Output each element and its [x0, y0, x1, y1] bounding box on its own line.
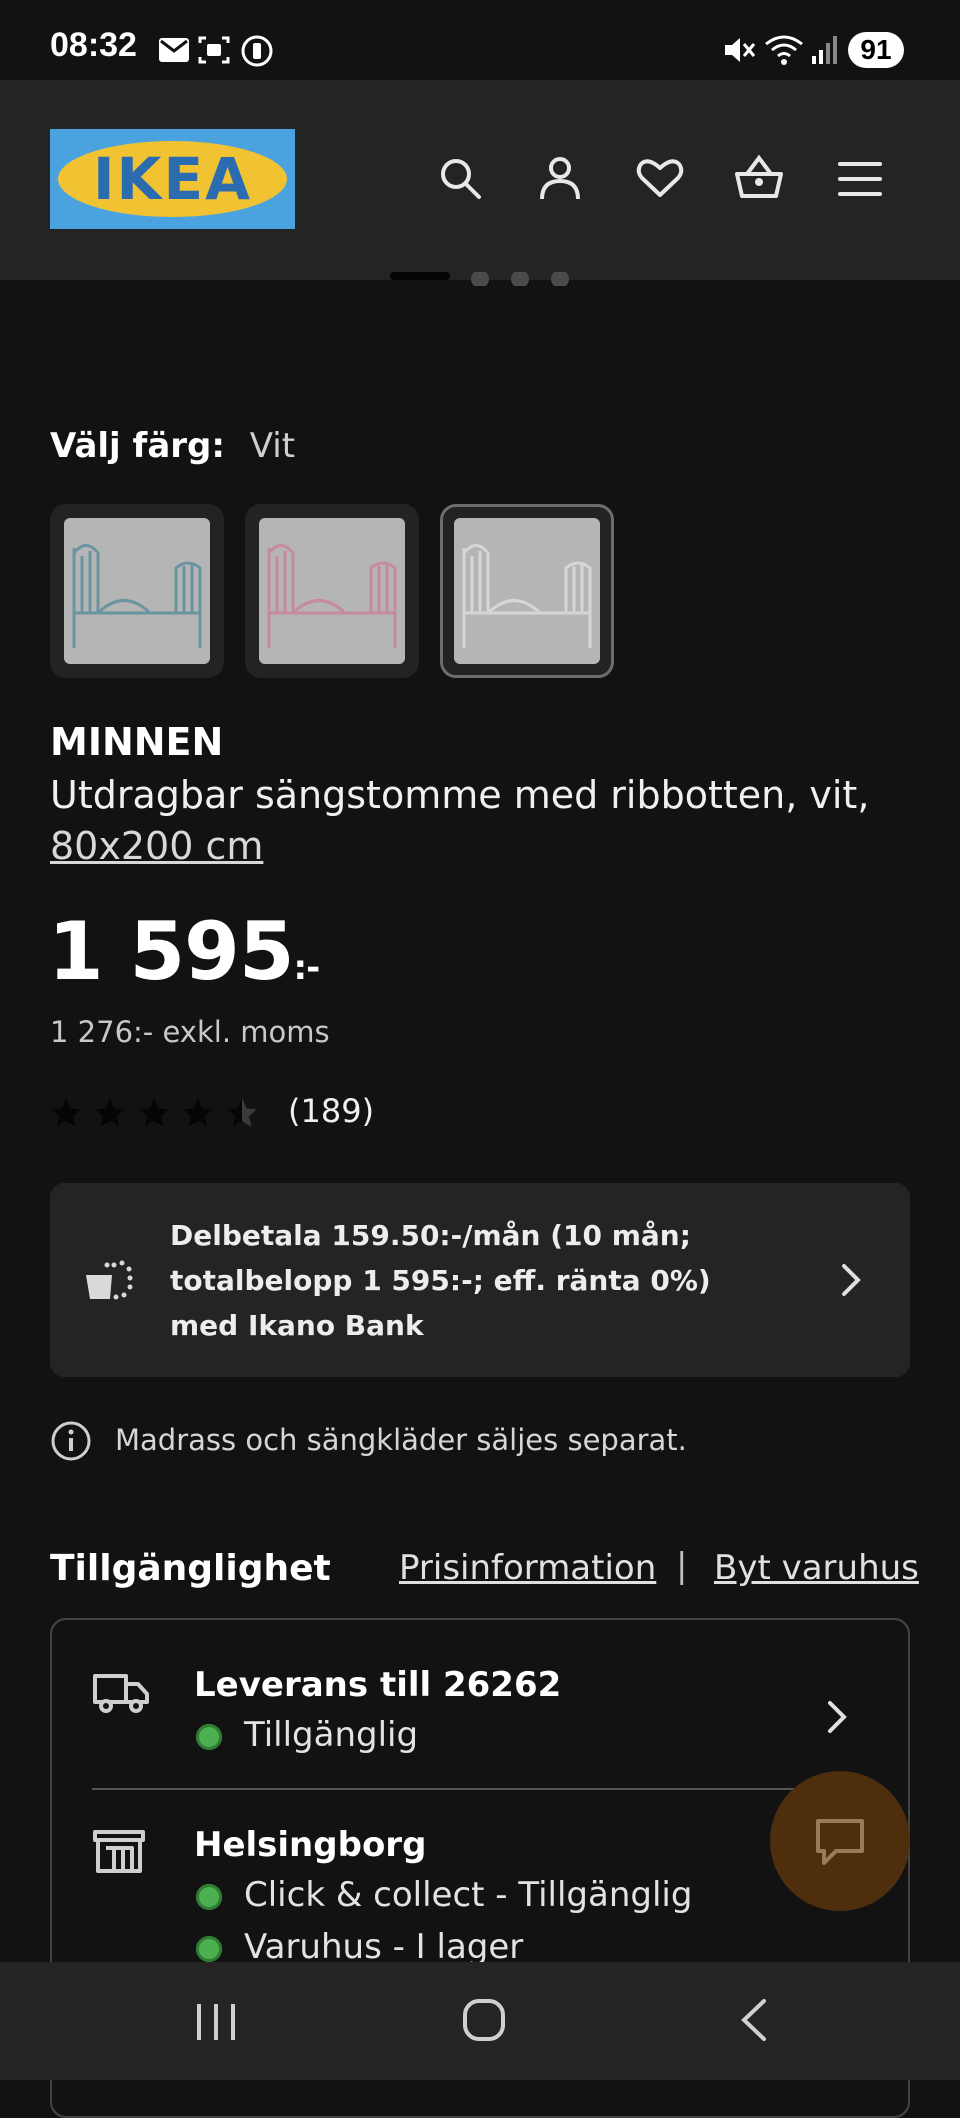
installment-icon	[84, 1259, 134, 1301]
installment-banner[interactable]: Delbetala 159.50:-/mån (10 mån; totalbel…	[50, 1183, 910, 1377]
store-stock-status: Varuhus - I lager	[244, 1927, 524, 1967]
available-status-dot	[196, 1724, 222, 1750]
bed-thumbnail	[259, 518, 405, 664]
mute-icon	[722, 34, 756, 66]
rating-stars[interactable]	[50, 1095, 265, 1131]
back-icon[interactable]	[738, 1998, 768, 2042]
availability-title: Tillgänglighet	[50, 1548, 331, 1589]
image-carousel-indicator[interactable]	[390, 272, 570, 286]
color-swatch-white[interactable]	[440, 504, 614, 678]
battery-indicator: 91	[848, 32, 904, 68]
available-status-dot	[196, 1936, 222, 1962]
wifi-icon	[764, 32, 804, 66]
hamburger-menu-icon[interactable]	[838, 160, 882, 198]
recent-apps-icon[interactable]	[195, 2002, 237, 2042]
delivery-truck-icon	[92, 1670, 150, 1714]
star-icon	[183, 1098, 213, 1127]
color-label: Välj färg:	[50, 426, 225, 466]
selected-color: Vit	[249, 426, 296, 466]
product-description-text: Utdragbar sängstomme med ribbotten, vit,	[50, 773, 870, 817]
price-excl-vat: 1 276:- exkl. moms	[50, 1015, 330, 1049]
store-click-collect-status: Click & collect - Tillgänglig	[244, 1875, 693, 1915]
signal-icon	[810, 34, 840, 66]
store-title[interactable]: Helsingborg	[194, 1825, 426, 1865]
row-divider	[92, 1788, 872, 1790]
chat-bubble-icon	[814, 1817, 866, 1867]
price-info-link[interactable]: Prisinformation	[399, 1548, 656, 1588]
chevron-right-icon[interactable]	[826, 1700, 848, 1734]
price-value: 1 595	[48, 905, 295, 998]
available-status-dot	[196, 1884, 222, 1910]
star-icon	[139, 1098, 169, 1127]
star-icon	[95, 1098, 125, 1127]
search-icon[interactable]	[438, 156, 482, 200]
sync-icon	[240, 34, 274, 68]
logo-text: IKEA	[92, 145, 253, 213]
info-text: Madrass och sängkläder säljes separat.	[115, 1423, 687, 1457]
store-icon	[92, 1828, 146, 1874]
link-separator: |	[676, 1546, 688, 1586]
mail-icon	[158, 37, 190, 63]
account-icon[interactable]	[537, 155, 583, 201]
info-icon	[50, 1420, 92, 1462]
product-size-link[interactable]: 80x200 cm	[50, 824, 263, 868]
shopping-basket-icon[interactable]	[733, 152, 785, 200]
bed-thumbnail	[454, 518, 600, 664]
price-suffix: :-	[293, 948, 321, 988]
screenshot-icon	[198, 35, 230, 65]
favorites-heart-icon[interactable]	[636, 157, 684, 199]
ikea-logo[interactable]: IKEA	[50, 129, 295, 229]
delivery-title[interactable]: Leverans till 26262	[194, 1665, 561, 1705]
change-store-link[interactable]: Byt varuhus	[714, 1548, 919, 1588]
color-swatch-blue[interactable]	[50, 504, 224, 678]
chevron-right-icon	[840, 1263, 862, 1297]
product-name: MINNEN	[50, 720, 224, 764]
star-icon	[227, 1098, 257, 1127]
star-icon	[51, 1098, 81, 1127]
status-time: 08:32	[50, 26, 137, 64]
color-swatch-pink[interactable]	[245, 504, 419, 678]
review-count[interactable]: (189)	[288, 1092, 374, 1130]
home-icon[interactable]	[462, 1998, 506, 2042]
product-price: 1 595:-	[48, 905, 321, 998]
bed-thumbnail	[64, 518, 210, 664]
product-description: Utdragbar sängstomme med ribbotten, vit,…	[50, 770, 910, 872]
chat-button[interactable]	[770, 1771, 910, 1911]
installment-text: Delbetala 159.50:-/mån (10 mån; totalbel…	[170, 1219, 711, 1342]
color-picker-label: Välj färg: Vit	[50, 426, 295, 466]
delivery-status: Tillgänglig	[244, 1715, 419, 1755]
